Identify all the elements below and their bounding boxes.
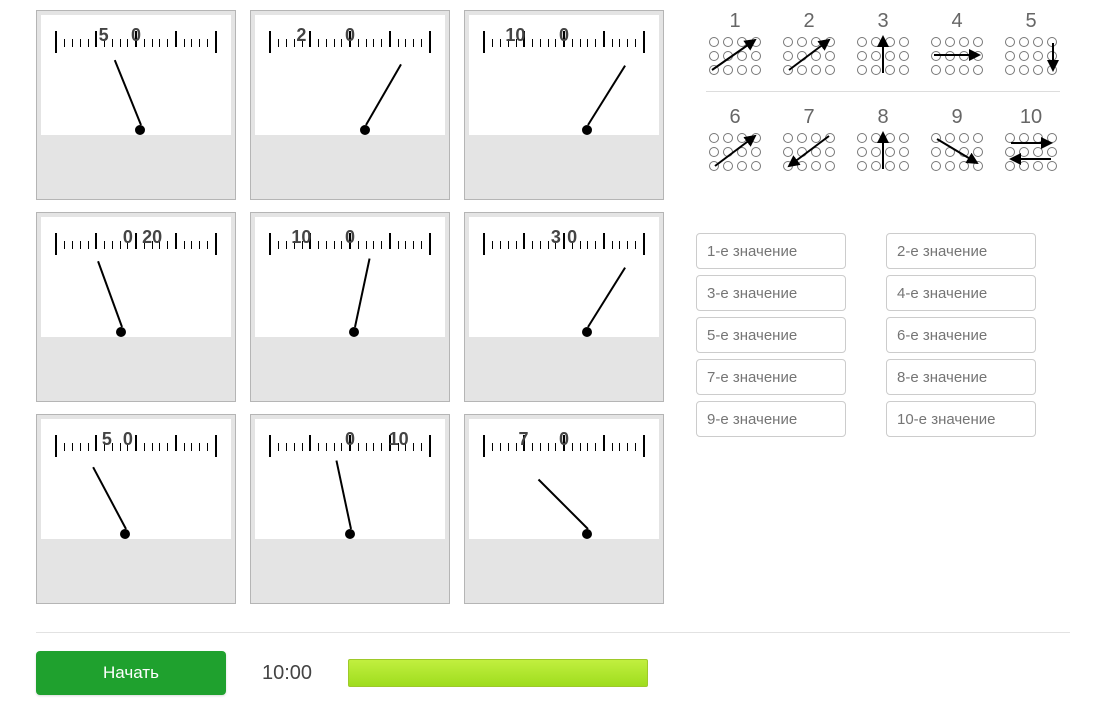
gauge-9: 70 [464, 414, 664, 604]
legend-pattern-6: 6 [707, 106, 763, 173]
answer-input-9[interactable] [696, 401, 846, 437]
gauge-1: 50 [36, 10, 236, 200]
pattern-legend: 12345 6789 10 [696, 10, 1070, 173]
gauge-5: 100 [250, 212, 450, 402]
gauge-8: 010 [250, 414, 450, 604]
legend-pattern-3: 3 [855, 10, 911, 77]
footer: Начать 10:00 [36, 632, 1070, 695]
gauge-3: 100 [464, 10, 664, 200]
answer-input-8[interactable] [886, 359, 1036, 395]
answer-input-1[interactable] [696, 233, 846, 269]
gauge-6: 30 [464, 212, 664, 402]
start-button[interactable]: Начать [36, 651, 226, 695]
legend-pattern-7: 7 [781, 106, 837, 173]
answer-input-4[interactable] [886, 275, 1036, 311]
answer-input-3[interactable] [696, 275, 846, 311]
legend-pattern-4: 4 [929, 10, 985, 77]
gauge-7: 50 [36, 414, 236, 604]
answer-input-5[interactable] [696, 317, 846, 353]
answer-input-10[interactable] [886, 401, 1036, 437]
timer-text: 10:00 [262, 662, 312, 685]
legend-pattern-10: 10 [1003, 106, 1059, 173]
gauge-4: 020 [36, 212, 236, 402]
legend-pattern-2: 2 [781, 10, 837, 77]
legend-pattern-1: 1 [707, 10, 763, 77]
gauge-2: 20 [250, 10, 450, 200]
legend-pattern-8: 8 [855, 106, 911, 173]
legend-pattern-5: 5 [1003, 10, 1059, 77]
timer-progress [348, 659, 648, 687]
answer-input-7[interactable] [696, 359, 846, 395]
answer-input-6[interactable] [886, 317, 1036, 353]
answer-input-2[interactable] [886, 233, 1036, 269]
answer-inputs [696, 233, 1070, 437]
legend-pattern-9: 9 [929, 106, 985, 173]
gauge-grid: 5020100020100305001070 [36, 10, 666, 604]
